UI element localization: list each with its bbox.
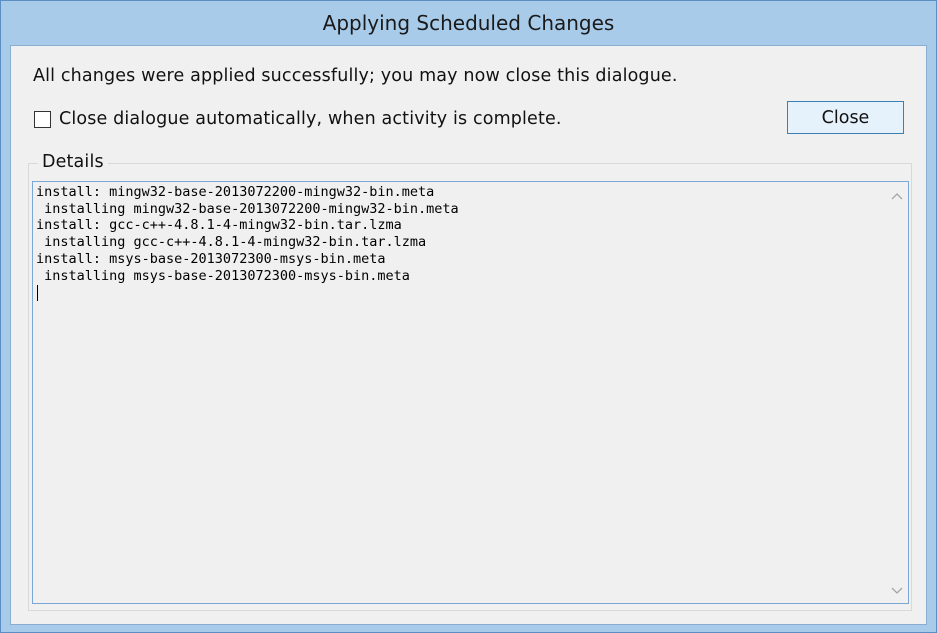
log-line: install: msys-base-2013072300-msys-bin.m…: [36, 250, 386, 267]
log-line: install: gcc-c++-4.8.1-4-mingw32-bin.tar…: [36, 217, 402, 234]
log-line: installing gcc-c++-4.8.1-4-mingw32-bin.t…: [36, 234, 427, 251]
title-bar[interactable]: Applying Scheduled Changes: [1, 1, 936, 45]
dialog-client-area: All changes were applied successfully; y…: [10, 45, 927, 625]
status-message: All changes were applied successfully; y…: [33, 66, 678, 86]
dialog-window: Applying Scheduled Changes All changes w…: [0, 0, 937, 633]
log-line: installing msys-base-2013072300-msys-bin…: [36, 267, 410, 284]
text-caret: [37, 285, 38, 301]
auto-close-label[interactable]: Close dialogue automatically, when activ…: [59, 109, 562, 129]
auto-close-option[interactable]: Close dialogue automatically, when activ…: [34, 109, 562, 129]
log-lines: install: mingw32-base-2013072200-mingw32…: [36, 184, 459, 284]
log-line: install: mingw32-base-2013072200-mingw32…: [36, 184, 435, 200]
log-line: installing mingw32-base-2013072200-mingw…: [36, 200, 459, 217]
auto-close-checkbox[interactable]: [34, 110, 51, 128]
window-title: Applying Scheduled Changes: [322, 11, 615, 35]
chevron-down-icon[interactable]: [886, 581, 908, 601]
details-legend: Details: [38, 152, 108, 172]
chevron-up-icon[interactable]: [886, 186, 908, 206]
vertical-scrollbar[interactable]: [886, 182, 908, 603]
details-log[interactable]: install: mingw32-base-2013072200-mingw32…: [32, 181, 909, 604]
close-button[interactable]: Close: [787, 101, 904, 134]
